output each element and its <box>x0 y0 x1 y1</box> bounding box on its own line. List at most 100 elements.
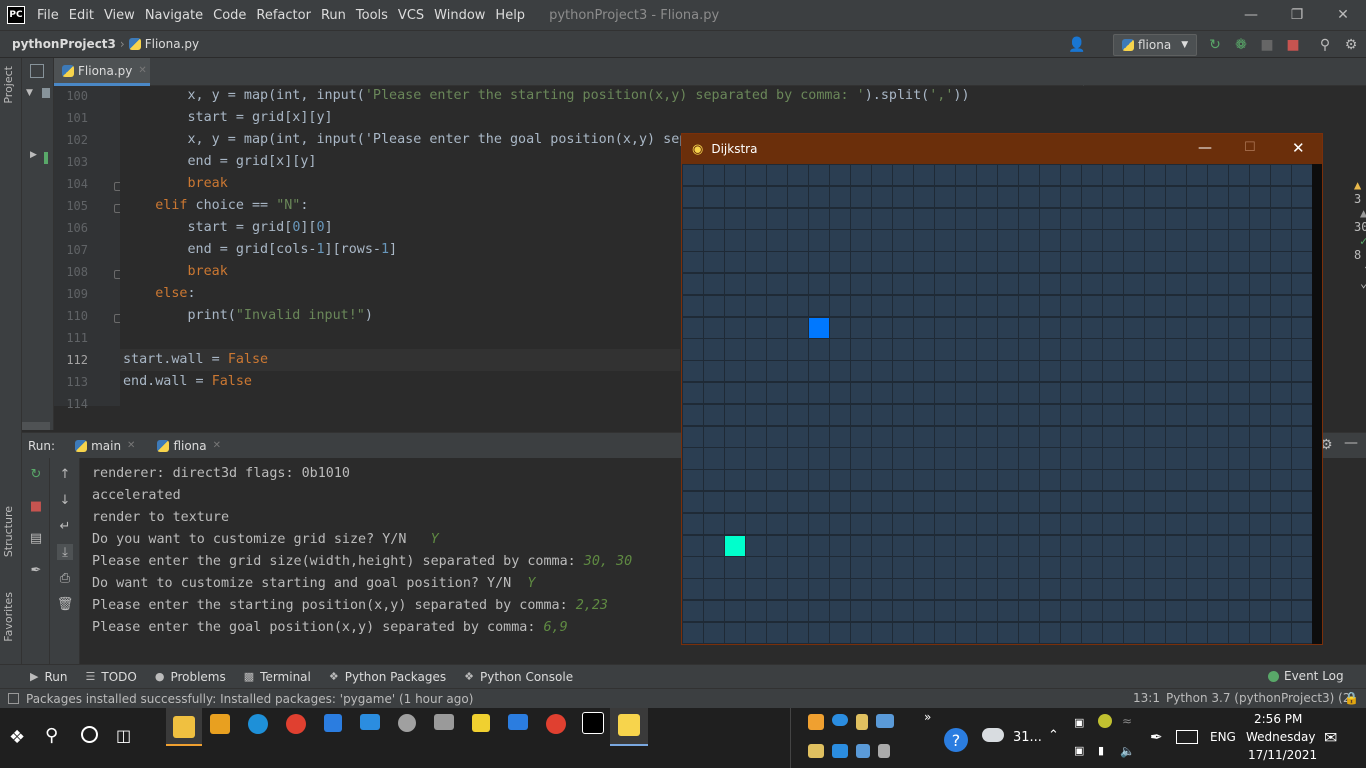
grid-cell[interactable] <box>893 383 913 404</box>
grid-cell[interactable] <box>809 165 829 186</box>
grid-cell[interactable] <box>1166 252 1186 273</box>
grid-cell[interactable] <box>872 513 892 535</box>
grid-cell[interactable] <box>788 252 808 273</box>
grid-cell[interactable] <box>767 208 787 229</box>
grid-cell[interactable] <box>977 317 997 338</box>
grid-cell[interactable] <box>1292 492 1312 513</box>
mail-icon[interactable] <box>360 714 380 730</box>
grid-cell[interactable] <box>683 426 703 447</box>
grid-cell[interactable] <box>1166 404 1186 426</box>
grid-cell[interactable] <box>1124 208 1144 229</box>
grid-cell[interactable] <box>1082 230 1102 251</box>
grid-cell[interactable] <box>704 535 724 556</box>
grid-cell[interactable] <box>851 404 871 426</box>
grid-cell[interactable] <box>809 535 829 556</box>
grid-cell[interactable] <box>1208 579 1228 600</box>
tab-fliona-py[interactable]: Fliona.py ✕ <box>54 58 150 86</box>
grid-cell[interactable] <box>914 426 934 447</box>
grid-cell[interactable] <box>725 274 745 295</box>
grid-cell[interactable] <box>1292 274 1312 295</box>
grid-cell[interactable] <box>767 622 787 644</box>
grid-cell[interactable] <box>1103 470 1123 491</box>
grid-cell[interactable] <box>1061 383 1081 404</box>
grid-cell[interactable] <box>872 186 892 208</box>
grid-cell[interactable] <box>914 579 934 600</box>
tray-icon[interactable] <box>808 714 824 730</box>
grid-cell[interactable] <box>746 361 766 382</box>
grid-cell[interactable] <box>1082 295 1102 317</box>
grid-cell[interactable] <box>1124 448 1144 469</box>
scroll-to-end-icon[interactable]: ⤓ <box>57 544 73 560</box>
grid-cell[interactable] <box>830 492 850 513</box>
grid-cell[interactable] <box>851 208 871 229</box>
grid-cell[interactable] <box>1166 557 1186 578</box>
grid-cell[interactable] <box>914 208 934 229</box>
grid-cell[interactable] <box>1271 601 1291 622</box>
grid-cell[interactable] <box>1166 601 1186 622</box>
grid-cell[interactable] <box>683 601 703 622</box>
grid-cell[interactable] <box>956 535 976 556</box>
grid-cell[interactable] <box>893 274 913 295</box>
wifi-icon[interactable]: ≈ <box>1122 714 1132 728</box>
camera-icon[interactable] <box>434 714 454 730</box>
grid-cell[interactable] <box>893 165 913 186</box>
grid-cell[interactable] <box>1271 492 1291 513</box>
chevron-right-icon[interactable]: ▶ <box>30 150 37 160</box>
soft-wrap-icon[interactable]: ↵ <box>57 518 73 534</box>
grid-cell[interactable] <box>788 601 808 622</box>
grid-cell[interactable] <box>1187 186 1207 208</box>
grid-cell[interactable] <box>1040 601 1060 622</box>
grid-cell[interactable] <box>809 252 829 273</box>
grid-cell[interactable] <box>1124 404 1144 426</box>
grid-cell[interactable] <box>1229 579 1249 600</box>
grid-cell[interactable] <box>746 186 766 208</box>
grid-cell[interactable] <box>788 230 808 251</box>
grid-cell[interactable] <box>914 470 934 491</box>
grid-cell[interactable] <box>830 165 850 186</box>
grid-cell[interactable] <box>1019 339 1039 360</box>
grid-cell[interactable] <box>956 165 976 186</box>
grid-cell[interactable] <box>767 470 787 491</box>
grid-cell[interactable] <box>767 339 787 360</box>
grid-cell[interactable] <box>1019 513 1039 535</box>
grid-cell[interactable] <box>704 252 724 273</box>
grid-cell[interactable] <box>1040 274 1060 295</box>
grid-cell[interactable] <box>1187 448 1207 469</box>
grid-cell[interactable] <box>683 295 703 317</box>
grid-cell[interactable] <box>956 295 976 317</box>
grid-cell[interactable] <box>1061 622 1081 644</box>
grid-cell[interactable] <box>704 165 724 186</box>
grid-cell[interactable] <box>914 295 934 317</box>
grid-cell[interactable] <box>1082 383 1102 404</box>
grid-cell[interactable] <box>1061 165 1081 186</box>
tray-icon[interactable]: ▣ <box>1074 744 1084 757</box>
grid-cell[interactable] <box>1019 622 1039 644</box>
tray-icon[interactable] <box>878 744 890 758</box>
grid-cell[interactable] <box>1040 579 1060 600</box>
grid-cell[interactable] <box>1061 448 1081 469</box>
grid-cell[interactable] <box>788 579 808 600</box>
horizontal-scrollbar[interactable] <box>22 422 50 430</box>
grid-cell[interactable] <box>1019 274 1039 295</box>
grid-cell[interactable] <box>725 317 745 338</box>
grid-cell[interactable] <box>746 274 766 295</box>
grid-cell[interactable] <box>914 622 934 644</box>
grid-cell[interactable] <box>872 535 892 556</box>
grid-cell[interactable] <box>1187 252 1207 273</box>
goal-cell[interactable] <box>809 317 829 338</box>
grid-cell[interactable] <box>1250 230 1270 251</box>
grid-cell[interactable] <box>1208 274 1228 295</box>
grid-cell[interactable] <box>977 186 997 208</box>
grid-cell[interactable] <box>1103 274 1123 295</box>
grid-cell[interactable] <box>704 317 724 338</box>
grid-cell[interactable] <box>830 252 850 273</box>
breadcrumb-project[interactable]: pythonProject3 <box>12 37 116 51</box>
grid-cell[interactable] <box>935 230 955 251</box>
grid-cell[interactable] <box>1166 165 1186 186</box>
grid-cell[interactable] <box>872 492 892 513</box>
grid-cell[interactable] <box>1061 513 1081 535</box>
grid-cell[interactable] <box>1208 339 1228 360</box>
grid-cell[interactable] <box>1250 165 1270 186</box>
close-icon[interactable]: ✕ <box>213 440 221 451</box>
grid-cell[interactable] <box>1250 317 1270 338</box>
